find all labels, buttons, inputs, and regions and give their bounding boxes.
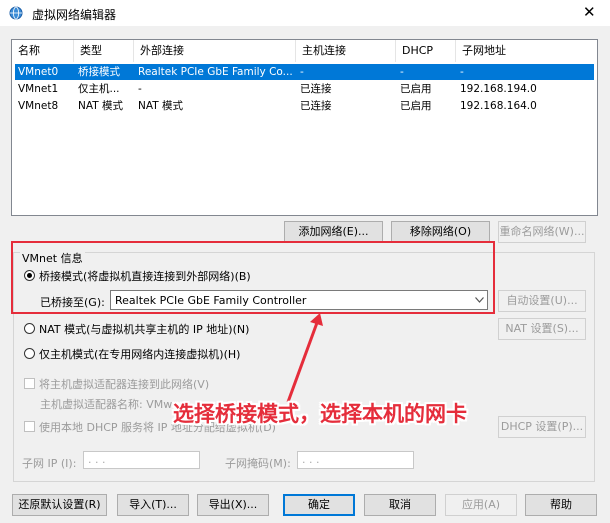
cell-host: 已连接 <box>300 83 332 95</box>
table-row[interactable]: VMnet8 NAT 模式 NAT 模式 已连接 已启用 192.168.164… <box>15 98 594 114</box>
nat-label[interactable]: NAT 模式(与虚拟机共享主机的 IP 地址)(N) <box>39 321 249 337</box>
cell-name: VMnet1 <box>18 83 59 95</box>
nat-settings-button[interactable]: NAT 设置(S)... <box>498 318 586 340</box>
use-dhcp-checkbox[interactable] <box>24 421 35 432</box>
ok-button[interactable]: 确定 <box>283 494 355 516</box>
table-row[interactable]: VMnet0 桥接模式 Realtek PCIe GbE Family Co..… <box>15 64 594 80</box>
apply-button[interactable]: 应用(A) <box>445 494 517 516</box>
close-icon[interactable]: ✕ <box>583 3 596 21</box>
nat-radio[interactable] <box>24 323 35 334</box>
column-header-host[interactable]: 主机连接 <box>296 40 396 62</box>
cell-subnet: 192.168.194.0 <box>460 83 537 95</box>
rename-network-button[interactable]: 重命名网络(W)... <box>498 221 586 243</box>
connect-adapter-checkbox[interactable] <box>24 378 35 389</box>
cell-type: 桥接模式 <box>78 66 120 78</box>
annotation-text: 选择桥接模式，选择本机的网卡 <box>173 402 467 426</box>
arrow-icon <box>286 313 323 403</box>
import-button[interactable]: 导入(T)... <box>117 494 189 516</box>
subnet-mask-label: 子网掩码(M): <box>225 457 291 470</box>
cell-dhcp: 已启用 <box>400 100 432 112</box>
cancel-button[interactable]: 取消 <box>364 494 436 516</box>
column-header-external[interactable]: 外部连接 <box>134 40 296 62</box>
cell-external: NAT 模式 <box>138 100 183 112</box>
subnet-mask-field[interactable]: . . . <box>297 451 414 469</box>
restore-defaults-button[interactable]: 还原默认设置(R) <box>12 494 107 516</box>
cell-subnet: - <box>460 66 464 78</box>
cell-host: - <box>300 66 304 78</box>
network-globe-icon <box>9 6 23 20</box>
adapter-name-label: 主机虚拟适配器名称: VMware <box>40 398 191 411</box>
column-header-subnet[interactable]: 子网地址 <box>456 40 595 62</box>
add-network-button[interactable]: 添加网络(E)... <box>284 221 383 243</box>
remove-network-button[interactable]: 移除网络(O) <box>391 221 490 243</box>
cell-external: - <box>138 83 142 95</box>
cell-subnet: 192.168.164.0 <box>460 100 537 112</box>
cell-name: VMnet8 <box>18 100 59 112</box>
auto-settings-button[interactable]: 自动设置(U)... <box>498 290 586 312</box>
host-only-radio[interactable] <box>24 348 35 359</box>
cell-host: 已连接 <box>300 100 332 112</box>
cell-name: VMnet0 <box>18 66 59 78</box>
column-header-dhcp[interactable]: DHCP <box>396 40 456 62</box>
connect-adapter-label[interactable]: 将主机虚拟适配器连接到此网络(V) <box>39 376 209 392</box>
highlight-box <box>11 241 495 314</box>
subnet-ip-field[interactable]: . . . <box>83 451 200 469</box>
export-button[interactable]: 导出(X)... <box>197 494 269 516</box>
help-button[interactable]: 帮助 <box>525 494 597 516</box>
host-only-label[interactable]: 仅主机模式(在专用网络内连接虚拟机)(H) <box>39 346 240 362</box>
cell-type: 仅主机... <box>78 83 120 95</box>
cell-type: NAT 模式 <box>78 100 123 112</box>
network-table[interactable]: 名称 类型 外部连接 主机连接 DHCP 子网地址 VMnet0 桥接模式 Re… <box>11 39 598 216</box>
cell-external: Realtek PCIe GbE Family Co... <box>138 66 293 78</box>
column-header-name[interactable]: 名称 <box>12 40 74 62</box>
column-header-type[interactable]: 类型 <box>74 40 134 62</box>
subnet-ip-label: 子网 IP (I): <box>22 457 77 470</box>
table-row[interactable]: VMnet1 仅主机... - 已连接 已启用 192.168.194.0 <box>15 81 594 97</box>
cell-dhcp: - <box>400 66 404 78</box>
window-title: 虚拟网络编辑器 <box>32 8 117 22</box>
dhcp-settings-button[interactable]: DHCP 设置(P)... <box>498 416 586 438</box>
cell-dhcp: 已启用 <box>400 83 432 95</box>
